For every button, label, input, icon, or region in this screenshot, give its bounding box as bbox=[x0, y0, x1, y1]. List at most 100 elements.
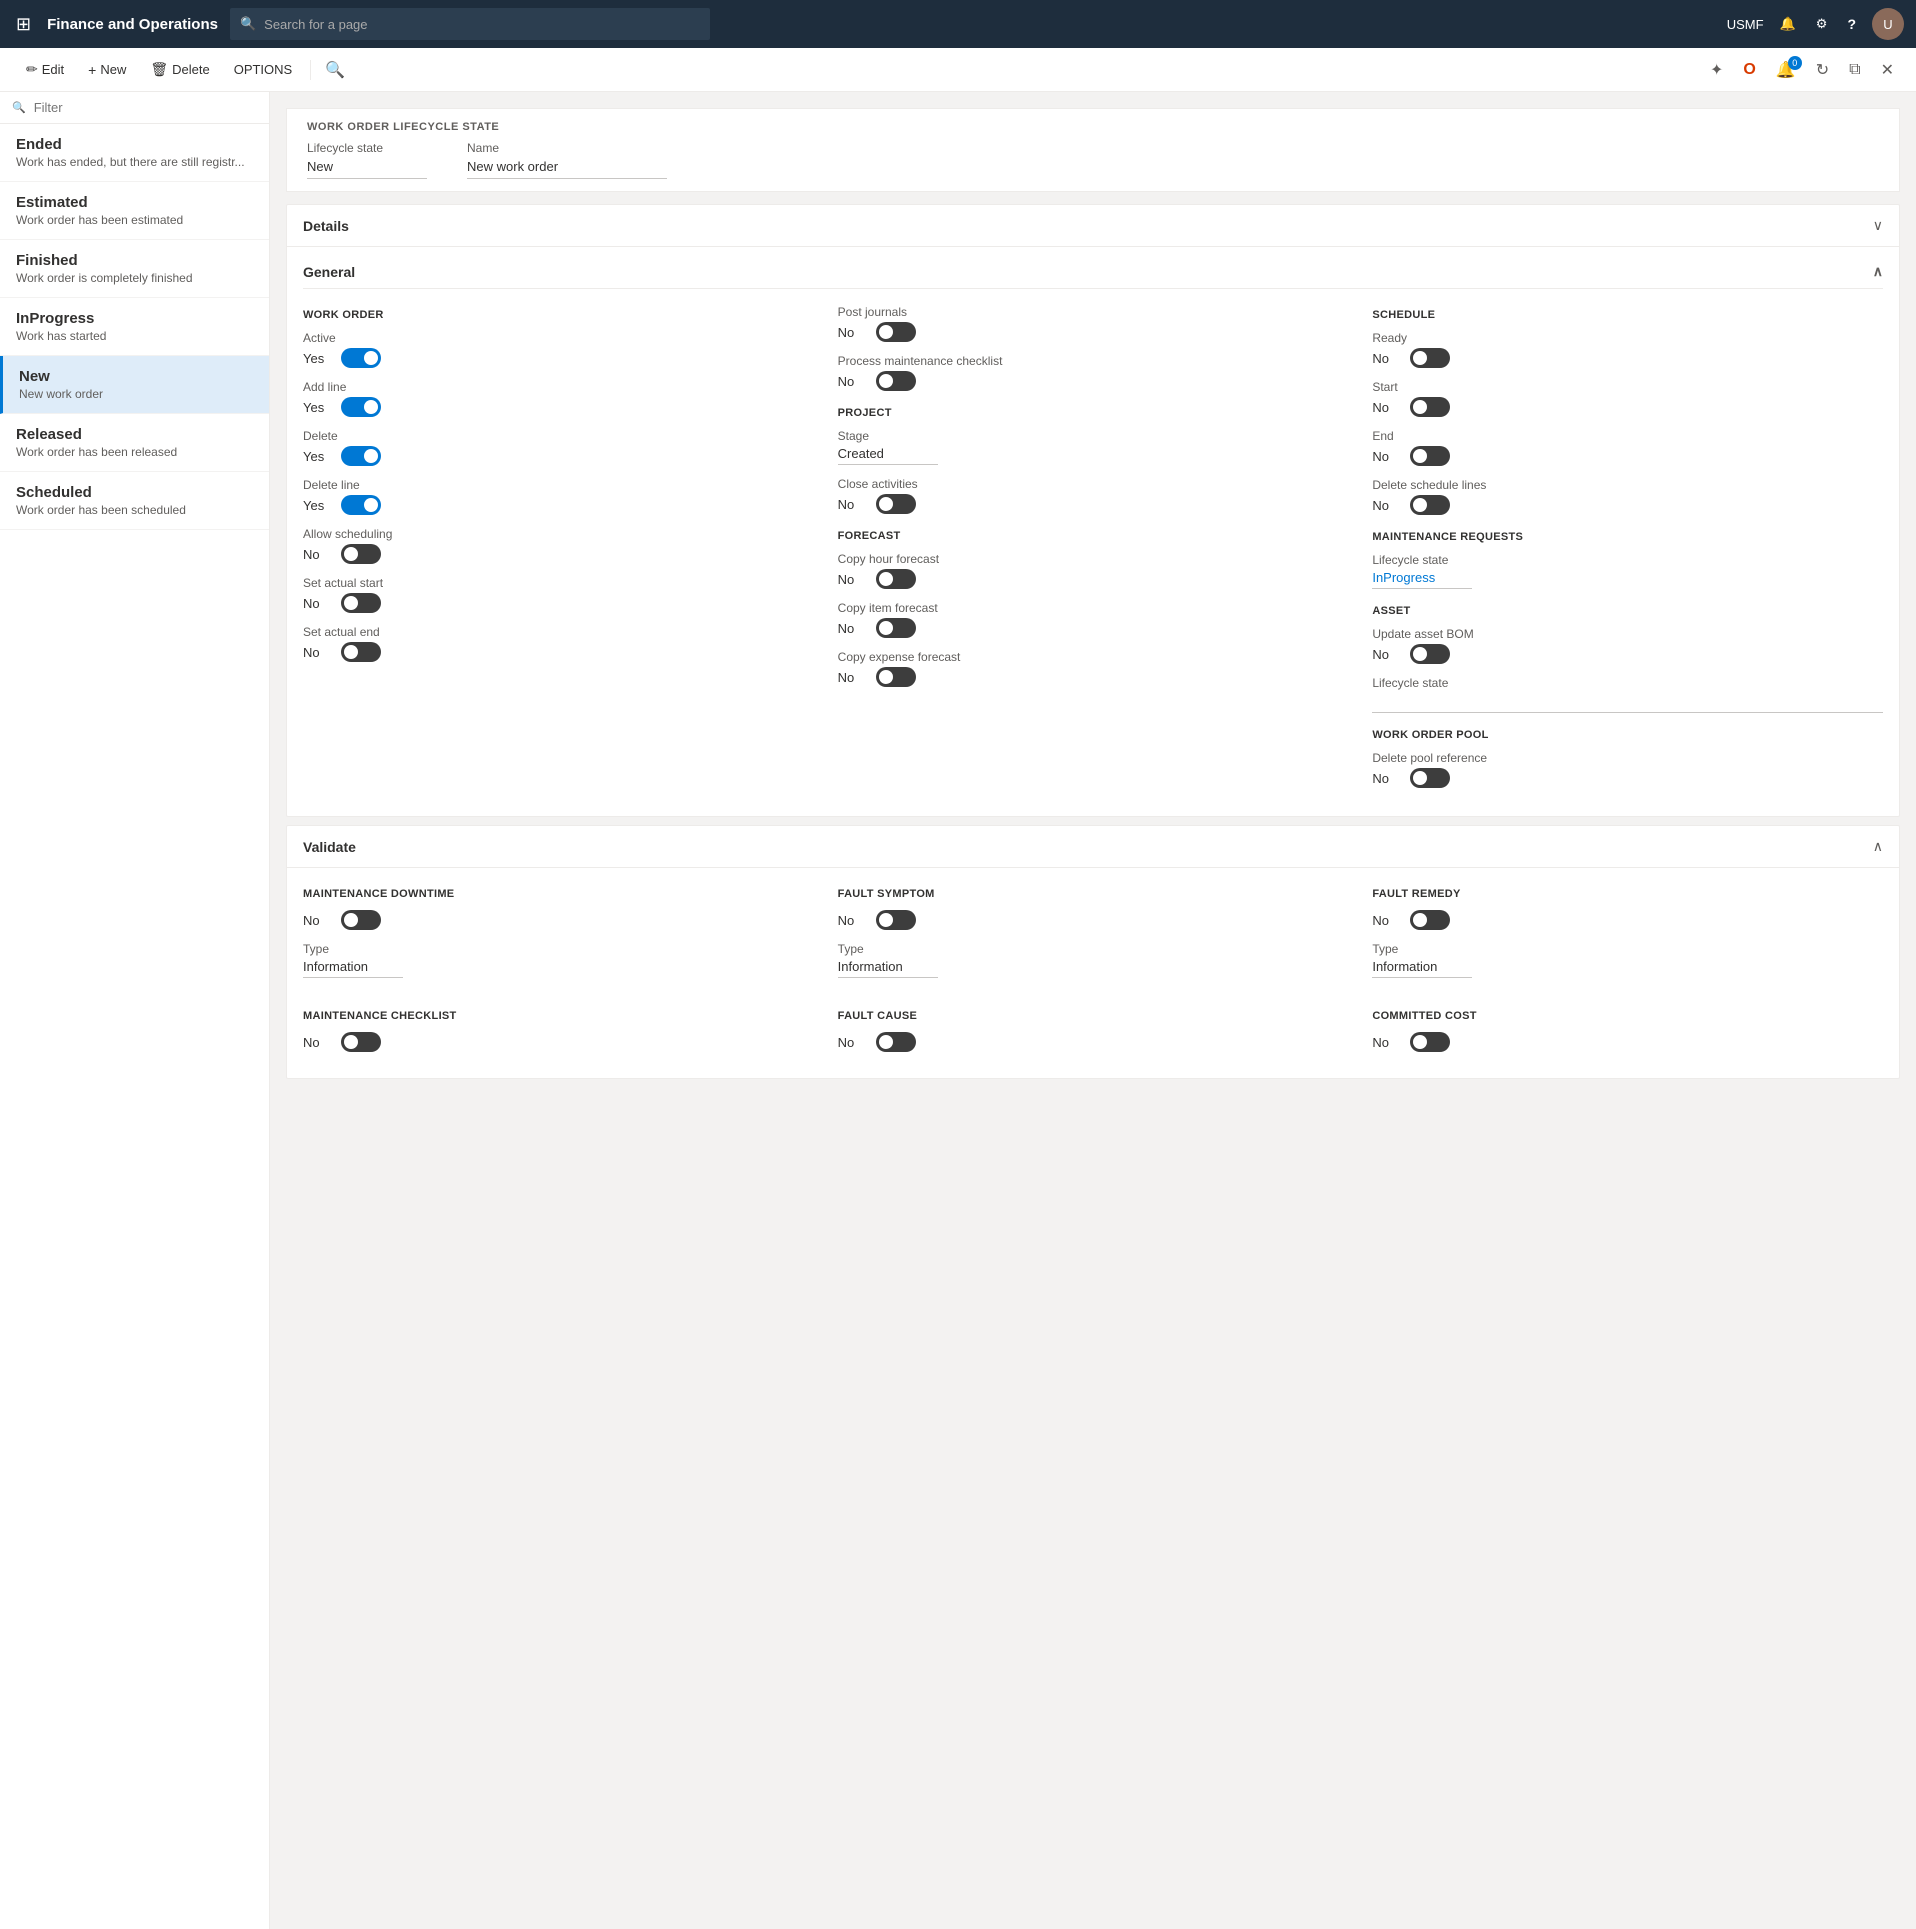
set-actual-end-toggle-label: No bbox=[303, 645, 333, 660]
filter-input[interactable] bbox=[30, 96, 261, 119]
sidebar-item-new[interactable]: New New work order bbox=[0, 356, 269, 414]
copy-expense-forecast-toggle[interactable] bbox=[876, 667, 916, 687]
lifecycle-name-value[interactable]: New work order bbox=[467, 159, 667, 179]
stage-value[interactable]: Created bbox=[838, 446, 938, 465]
maintenance-downtime-toggle-label: No bbox=[303, 913, 333, 928]
active-toggle[interactable] bbox=[341, 348, 381, 368]
delete-schedule-lines-toggle-label: No bbox=[1372, 498, 1402, 513]
set-actual-start-toggle[interactable] bbox=[341, 593, 381, 613]
general-header[interactable]: General ∧ bbox=[303, 263, 1883, 289]
close-activities-toggle[interactable] bbox=[876, 494, 916, 514]
global-search[interactable]: 🔍 bbox=[230, 8, 710, 40]
committed-cost-col: COMMITTED COST No bbox=[1372, 1006, 1883, 1062]
lifecycle-state-value[interactable]: New bbox=[307, 159, 427, 179]
search-cmd-icon[interactable]: 🔍 bbox=[319, 56, 351, 84]
edit-button[interactable]: ✏ Edit bbox=[16, 55, 74, 84]
copy-item-forecast-field: Copy item forecast No bbox=[838, 601, 1349, 638]
fault-cause-toggle[interactable] bbox=[876, 1032, 916, 1052]
fault-remedy-label: FAULT REMEDY bbox=[1372, 888, 1883, 900]
post-journals-toggle[interactable] bbox=[876, 322, 916, 342]
avatar[interactable]: U bbox=[1872, 8, 1904, 40]
copy-item-forecast-toggle-label: No bbox=[838, 621, 868, 636]
process-maintenance-checklist-name: Process maintenance checklist bbox=[838, 354, 1349, 368]
sidebar-item-ended[interactable]: Ended Work has ended, but there are stil… bbox=[0, 124, 269, 182]
schedule-label: SCHEDULE bbox=[1372, 309, 1883, 321]
copy-item-forecast-toggle[interactable] bbox=[876, 618, 916, 638]
validate-grid: MAINTENANCE DOWNTIME No Type Information bbox=[303, 884, 1883, 1062]
maintenance-checklist-toggle[interactable] bbox=[341, 1032, 381, 1052]
cmd-right-actions: ✦ O 🔔 0 ↻ ⧉ ✕ bbox=[1704, 56, 1900, 84]
add-line-toggle[interactable] bbox=[341, 397, 381, 417]
process-maintenance-checklist-toggle[interactable] bbox=[876, 371, 916, 391]
active-toggle-row: Yes bbox=[303, 348, 814, 368]
delete-pool-reference-toggle[interactable] bbox=[1410, 768, 1450, 788]
start-toggle[interactable] bbox=[1410, 397, 1450, 417]
fault-remedy-type-value[interactable]: Information bbox=[1372, 959, 1472, 978]
sidebar-item-estimated[interactable]: Estimated Work order has been estimated bbox=[0, 182, 269, 240]
validate-section-header[interactable]: Validate ∧ bbox=[287, 826, 1899, 868]
copy-hour-forecast-toggle[interactable] bbox=[876, 569, 916, 589]
sidebar-item-scheduled[interactable]: Scheduled Work order has been scheduled bbox=[0, 472, 269, 530]
delete-toggle[interactable] bbox=[341, 446, 381, 466]
fault-remedy-toggle-thumb bbox=[1413, 913, 1427, 927]
copy-item-forecast-toggle-row: No bbox=[838, 618, 1349, 638]
maintenance-downtime-type-value[interactable]: Information bbox=[303, 959, 403, 978]
fault-symptom-type-value[interactable]: Information bbox=[838, 959, 938, 978]
committed-cost-toggle[interactable] bbox=[1410, 1032, 1450, 1052]
refresh-icon[interactable]: ↻ bbox=[1810, 56, 1835, 84]
committed-cost-label: COMMITTED COST bbox=[1372, 1010, 1883, 1022]
stage-name: Stage bbox=[838, 429, 1349, 443]
update-asset-bom-toggle-label: No bbox=[1372, 647, 1402, 662]
restore-icon[interactable]: ⧉ bbox=[1843, 57, 1866, 83]
project-group: PROJECT Stage Created Close activities N… bbox=[838, 407, 1349, 514]
delete-icon: 🗑 bbox=[150, 61, 168, 78]
copy-item-forecast-toggle-thumb bbox=[879, 621, 893, 635]
help-icon[interactable]: ? bbox=[1843, 12, 1860, 36]
details-section-header[interactable]: Details ∨ bbox=[287, 205, 1899, 247]
nav-right-actions: USMF 🔔 ⚙ ? U bbox=[1727, 8, 1904, 40]
delete-schedule-lines-field: Delete schedule lines No bbox=[1372, 478, 1883, 515]
sidebar-item-inprogress[interactable]: InProgress Work has started bbox=[0, 298, 269, 356]
delete-schedule-lines-toggle-row: No bbox=[1372, 495, 1883, 515]
project-label: PROJECT bbox=[838, 407, 1349, 419]
search-input[interactable] bbox=[264, 17, 700, 32]
gear-icon[interactable]: ⚙ bbox=[1812, 12, 1832, 36]
sidebar-item-finished[interactable]: Finished Work order is completely finish… bbox=[0, 240, 269, 298]
lifecycle-state-label: Lifecycle state bbox=[307, 141, 427, 155]
office-icon[interactable]: O bbox=[1737, 57, 1761, 83]
sidebar-item-title-released: Released bbox=[16, 426, 253, 443]
asset-lifecycle-value[interactable] bbox=[1372, 693, 1883, 713]
general-title: General bbox=[303, 264, 355, 280]
fault-remedy-toggle[interactable] bbox=[1410, 910, 1450, 930]
lifecycle-header: WORK ORDER LIFECYCLE STATE Lifecycle sta… bbox=[286, 108, 1900, 192]
fault-cause-col: FAULT CAUSE No bbox=[838, 1006, 1349, 1062]
new-button[interactable]: + New bbox=[78, 56, 136, 84]
allow-scheduling-field: Allow scheduling No bbox=[303, 527, 814, 564]
delete-line-toggle-label: Yes bbox=[303, 498, 333, 513]
delete-pool-reference-field: Delete pool reference No bbox=[1372, 751, 1883, 788]
delete-line-toggle-row: Yes bbox=[303, 495, 814, 515]
delete-schedule-lines-toggle[interactable] bbox=[1410, 495, 1450, 515]
allow-scheduling-toggle[interactable] bbox=[341, 544, 381, 564]
maintenance-requests-lifecycle-value[interactable]: InProgress bbox=[1372, 570, 1472, 589]
apps-grid-icon[interactable]: ⊞ bbox=[12, 10, 35, 39]
magic-icon[interactable]: ✦ bbox=[1704, 56, 1729, 84]
sidebar-item-released[interactable]: Released Work order has been released bbox=[0, 414, 269, 472]
lifecycle-name-field: Name New work order bbox=[467, 141, 667, 179]
maintenance-downtime-toggle[interactable] bbox=[341, 910, 381, 930]
fault-symptom-toggle[interactable] bbox=[876, 910, 916, 930]
copy-hour-forecast-toggle-label: No bbox=[838, 572, 868, 587]
options-button[interactable]: OPTIONS bbox=[224, 56, 303, 83]
end-toggle[interactable] bbox=[1410, 446, 1450, 466]
update-asset-bom-toggle[interactable] bbox=[1410, 644, 1450, 664]
copy-hour-forecast-toggle-row: No bbox=[838, 569, 1349, 589]
delete-button[interactable]: 🗑 Delete bbox=[140, 55, 219, 84]
delete-line-toggle[interactable] bbox=[341, 495, 381, 515]
copy-expense-forecast-field: Copy expense forecast No bbox=[838, 650, 1349, 687]
sidebar-item-title-scheduled: Scheduled bbox=[16, 484, 253, 501]
ready-toggle[interactable] bbox=[1410, 348, 1450, 368]
set-actual-end-toggle[interactable] bbox=[341, 642, 381, 662]
validate-section: Validate ∧ MAINTENANCE DOWNTIME No bbox=[286, 825, 1900, 1079]
close-icon[interactable]: ✕ bbox=[1875, 56, 1900, 84]
bell-icon[interactable]: 🔔 bbox=[1776, 12, 1800, 36]
